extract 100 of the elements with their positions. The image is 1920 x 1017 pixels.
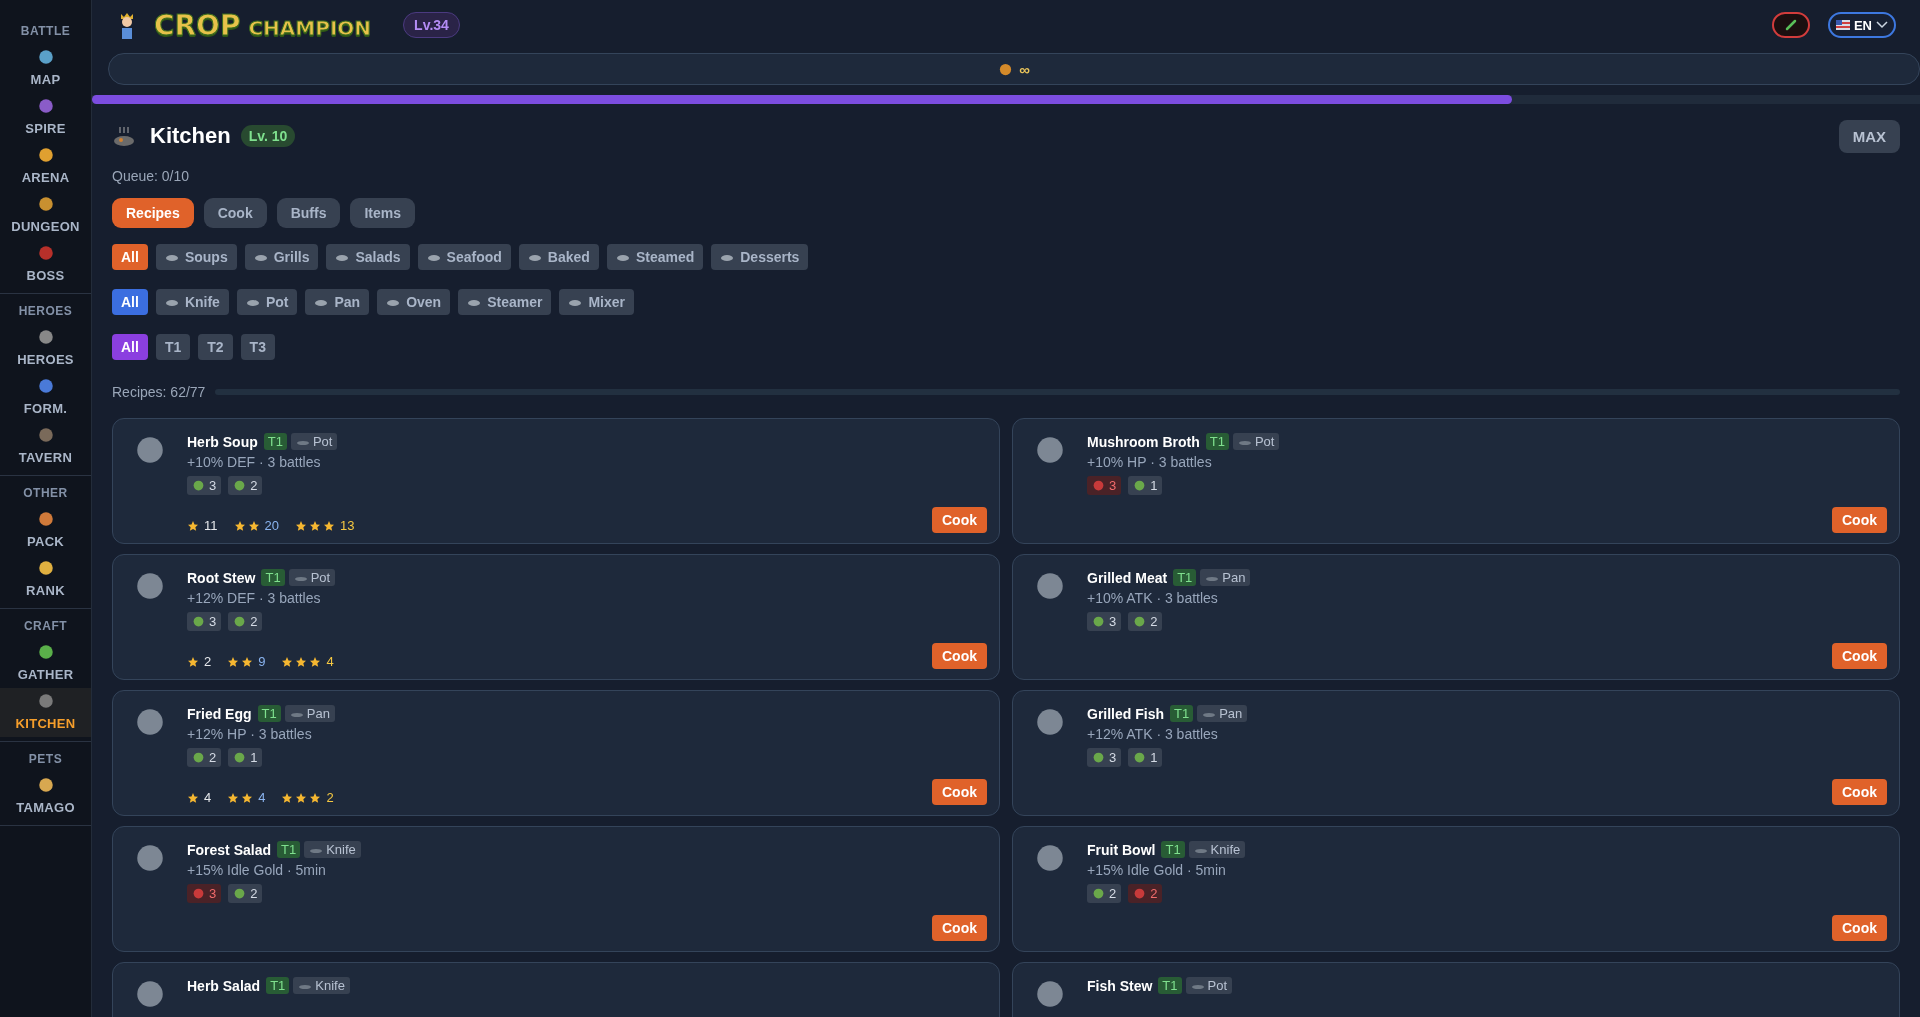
- sidebar-item[interactable]: TAVERN: [0, 422, 91, 471]
- cook-button[interactable]: Cook: [1832, 643, 1887, 669]
- nav-icon: [36, 48, 55, 66]
- nav-icon: [36, 97, 55, 115]
- filter-chip[interactable]: Grills: [244, 244, 319, 270]
- cook-button[interactable]: Cook: [1832, 779, 1887, 805]
- star-icon: [227, 655, 240, 668]
- section-title: BATTLE: [19, 24, 72, 38]
- ingredient-icon: [233, 615, 247, 628]
- section-title: PETS: [27, 752, 64, 766]
- level-badge: Lv. 10: [240, 125, 296, 147]
- cook-button[interactable]: Cook: [1832, 915, 1887, 941]
- ingredient-tag: 3: [1087, 612, 1122, 631]
- sidebar-item[interactable]: PACK: [0, 506, 91, 555]
- sidebar-item[interactable]: RANK: [0, 555, 91, 604]
- recipe-name: Forest Salad: [187, 841, 272, 858]
- ingredient-tag: 2: [1128, 612, 1163, 631]
- tab[interactable]: Items: [350, 198, 416, 228]
- effect-text: +10% HP · 3 battles: [1087, 454, 1213, 470]
- star-count: 2: [204, 654, 212, 669]
- cook-button[interactable]: Cook: [932, 507, 987, 533]
- star-count: 20: [264, 518, 279, 533]
- recipes-count: Recipes: 62/77: [112, 384, 206, 400]
- filter-chip[interactable]: Salads: [326, 244, 410, 270]
- ingredient-icon: [1092, 887, 1105, 900]
- sidebar-item[interactable]: SPIRE: [0, 93, 91, 142]
- logo-text: CROP: [154, 8, 241, 42]
- filter-chip[interactable]: All: [112, 334, 148, 360]
- ingredient-tag: 1: [228, 748, 263, 767]
- category-icon: [720, 252, 735, 262]
- recipe-name: Fish Stew: [1087, 977, 1153, 994]
- sidebar-item[interactable]: GATHER: [0, 639, 91, 688]
- star-count: 13: [339, 518, 355, 533]
- filter-chip[interactable]: T1: [155, 334, 191, 360]
- star-icon: [281, 655, 294, 668]
- filter-chip[interactable]: Pot: [236, 289, 298, 315]
- sidebar-item[interactable]: HEROES: [0, 324, 91, 373]
- filter-chip[interactable]: Oven: [377, 289, 451, 315]
- cook-button[interactable]: Cook: [932, 779, 987, 805]
- star-count: 9: [258, 654, 266, 669]
- ingredient-tag: 3: [187, 612, 222, 631]
- ingredient-icon: [192, 751, 205, 764]
- filter-chip[interactable]: Knife: [155, 289, 229, 315]
- edit-button[interactable]: [1771, 12, 1810, 38]
- filter-chip[interactable]: Mixer: [559, 289, 634, 315]
- effect-text: +15% Idle Gold · 5min: [187, 862, 327, 878]
- sidebar-item[interactable]: ARENA: [0, 142, 91, 191]
- star-icon: [322, 519, 335, 532]
- filter-chip[interactable]: Pan: [305, 289, 370, 315]
- category-icon: [164, 252, 179, 262]
- tool-tag: Pan: [1197, 705, 1248, 722]
- ingredient-icon: [1133, 887, 1147, 900]
- logo-text: CHAMPION: [248, 15, 372, 40]
- filter-chip[interactable]: T2: [198, 334, 233, 360]
- star-icon: [233, 519, 246, 532]
- tab[interactable]: Buffs: [276, 198, 341, 228]
- star-icon: [295, 791, 308, 804]
- cook-button[interactable]: Cook: [932, 915, 987, 941]
- sidebar-item[interactable]: KITCHEN: [0, 688, 91, 737]
- tab[interactable]: Recipes: [112, 198, 194, 228]
- star-icon: [295, 655, 308, 668]
- sidebar-item[interactable]: BOSS: [0, 240, 91, 289]
- filter-chip[interactable]: Baked: [518, 244, 599, 270]
- filter-chip[interactable]: All: [112, 289, 148, 315]
- tab[interactable]: Cook: [203, 198, 267, 228]
- cook-button[interactable]: Cook: [1832, 507, 1887, 533]
- filter-chip[interactable]: Steamer: [458, 289, 552, 315]
- recipe-name: Mushroom Broth: [1087, 433, 1200, 450]
- level-badge: Lv.34: [403, 12, 460, 38]
- sidebar-item[interactable]: TAMAGO: [0, 772, 91, 821]
- sidebar-item[interactable]: MAP: [0, 44, 91, 93]
- ingredient-icon: [1133, 615, 1147, 628]
- nav-icon: [36, 510, 55, 528]
- star-count: 4: [326, 654, 334, 669]
- star-icon: [309, 655, 322, 668]
- max-button[interactable]: MAX: [1838, 119, 1900, 153]
- language-select[interactable]: EN: [1827, 12, 1896, 38]
- star-icon: [309, 791, 322, 804]
- nav-icon: [36, 776, 55, 794]
- star-count: 4: [204, 790, 212, 805]
- ingredient-icon: [192, 887, 205, 900]
- ingredient-tag: 2: [228, 612, 263, 631]
- sidebar-item[interactable]: DUNGEON: [0, 191, 91, 240]
- category-icon: [386, 297, 401, 307]
- tier-tag: T1: [1170, 705, 1194, 722]
- sidebar-item[interactable]: FORM.: [0, 373, 91, 422]
- filter-chip[interactable]: Steamed: [606, 244, 704, 270]
- filter-chip[interactable]: All: [112, 244, 148, 270]
- filter-chip[interactable]: T3: [240, 334, 275, 360]
- nav-icon: [36, 195, 55, 213]
- star-count: 4: [258, 790, 266, 805]
- ingredient-icon: [1092, 479, 1105, 492]
- star-count: 2: [326, 790, 334, 805]
- filter-chip[interactable]: Soups: [155, 244, 237, 270]
- filter-chip[interactable]: Desserts: [711, 244, 809, 270]
- category-icon: [245, 297, 260, 307]
- filter-chip[interactable]: Seafood: [417, 244, 511, 270]
- tool-tag: Pot: [290, 433, 338, 450]
- cook-button[interactable]: Cook: [932, 643, 987, 669]
- nav-icon: [36, 692, 55, 710]
